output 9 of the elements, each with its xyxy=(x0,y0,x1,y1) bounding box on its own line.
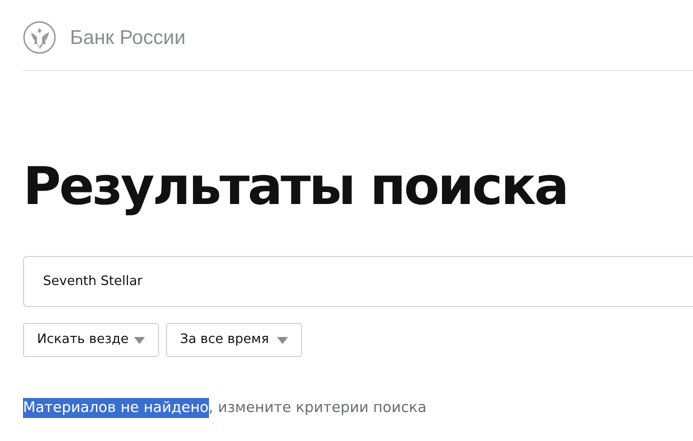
search-field[interactable]: Seventh Stellar xyxy=(23,256,693,307)
brand-name: Банк России xyxy=(70,26,186,50)
caret-icon xyxy=(277,336,288,344)
filter-dropdown[interactable]: Искать везде xyxy=(23,323,159,357)
no-results-message: Материалов не найдено, измените критерии поиска xyxy=(23,398,428,420)
filter-dropdown[interactable]: За все время xyxy=(166,323,302,357)
caret-icon xyxy=(134,336,145,344)
eagle-emblem-icon xyxy=(23,21,56,54)
page-title: Результаты поиска xyxy=(23,156,568,218)
